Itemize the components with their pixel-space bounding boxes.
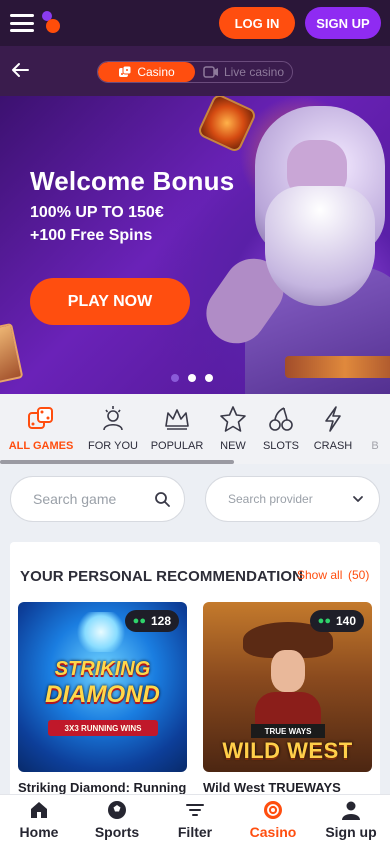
tab-more[interactable]: B (360, 394, 390, 464)
login-button[interactable]: LOG IN (219, 7, 295, 39)
nav-home[interactable]: Home (0, 795, 78, 844)
players-icon: ●● (317, 615, 331, 627)
game-name[interactable]: Wild West TRUEWAYS (203, 780, 341, 795)
more-icon (360, 404, 390, 434)
logo[interactable] (40, 11, 62, 35)
user-icon (342, 801, 360, 820)
tab-slots[interactable]: SLOTS (256, 394, 306, 464)
zeus-illustration (194, 106, 390, 394)
game-logo: WILD WEST (222, 738, 353, 763)
search-game-input[interactable]: Search game (10, 476, 185, 522)
nav-filter[interactable]: Filter (156, 795, 234, 844)
cowgirl-illustration (243, 622, 333, 732)
nav-sports[interactable]: Sports (78, 795, 156, 844)
nav-sports-label: Sports (94, 824, 140, 840)
tab-live-casino[interactable]: Live casino (195, 62, 292, 82)
game-logo-line2: DIAMOND (45, 681, 160, 708)
soccer-ball-icon (108, 801, 126, 819)
signup-button[interactable]: SIGN UP (305, 7, 381, 39)
chevron-down-icon (353, 496, 363, 502)
game-tile-wild-west[interactable]: ●● 140 TRUE WAYS WILD WEST (203, 602, 372, 772)
banner-line-1: 100% UP TO 150€ (30, 204, 164, 221)
tab-new[interactable]: NEW (210, 394, 256, 464)
menu-icon[interactable] (10, 14, 34, 32)
carousel-dots (171, 374, 213, 382)
casino-mode-toggle: Casino Live casino (97, 61, 293, 83)
recommendation-count: (50) (348, 568, 370, 582)
tab-popular-label: POPULAR (150, 440, 204, 452)
bottom-nav: Home Sports Filter Casino Sign up (0, 794, 390, 844)
carousel-dot[interactable] (205, 374, 213, 382)
players-icon: ●● (132, 615, 146, 627)
play-now-button[interactable]: PLAY NOW (30, 278, 190, 325)
tab-all-games[interactable]: ALL GAMES (0, 394, 82, 464)
recommendation-title: YOUR PERSONAL RECOMMENDATION (20, 568, 304, 585)
dice-icon (26, 404, 56, 434)
search-provider-placeholder: Search provider (228, 492, 313, 506)
search-icon[interactable] (154, 491, 170, 507)
show-all-link[interactable]: Show all (297, 568, 342, 582)
search-game-placeholder: Search game (33, 491, 117, 507)
nav-filter-label: Filter (177, 824, 213, 840)
lightning-icon (318, 404, 348, 434)
tab-casino[interactable]: Casino (98, 62, 195, 82)
dice-icon (119, 65, 132, 77)
players-badge: ●● 128 (124, 610, 179, 632)
live-casino-icon (203, 66, 218, 78)
promo-banner[interactable]: Welcome Bonus 100% UP TO 150€ +100 Free … (0, 96, 390, 394)
players-badge: ●● 140 (309, 610, 364, 632)
nav-casino[interactable]: Casino (234, 795, 312, 844)
tab-crash[interactable]: CRASH (306, 394, 360, 464)
sub-header: Casino Live casino (0, 46, 390, 96)
tab-slots-label: SLOTS (262, 440, 300, 452)
crown-icon (162, 404, 192, 434)
game-tagline: TRUE WAYS (251, 724, 325, 738)
banner-subtitle: 100% UP TO 150€ +100 Free Spins (30, 201, 164, 247)
carousel-dot[interactable] (171, 374, 179, 382)
players-count: 128 (150, 614, 171, 628)
game-name[interactable]: Striking Diamond: Running (18, 780, 186, 795)
home-icon (31, 802, 47, 818)
game-logo: STRIKING DIAMOND (32, 658, 173, 718)
nav-casino-label: Casino (249, 824, 297, 840)
game-tagline: 3X3 RUNNING WINS (48, 720, 158, 736)
top-bar: LOG IN SIGN UP (0, 0, 390, 46)
game-logo-line1: STRIKING (54, 658, 151, 680)
nav-sign-up[interactable]: Sign up (312, 795, 390, 844)
nav-sign-up-label: Sign up (325, 824, 377, 840)
search-provider-select[interactable]: Search provider (205, 476, 380, 522)
tab-all-games-label: ALL GAMES (8, 440, 74, 452)
filter-icon (186, 804, 204, 816)
nav-home-label: Home (19, 824, 59, 840)
star-person-icon (98, 404, 128, 434)
banner-title: Welcome Bonus (30, 166, 235, 196)
game-tile-striking-diamond[interactable]: ●● 128 STRIKING DIAMOND 3X3 RUNNING WINS (18, 602, 187, 772)
back-arrow-icon[interactable] (10, 60, 30, 80)
tab-live-casino-label: Live casino (223, 65, 285, 79)
tab-for-you[interactable]: FOR YOU (82, 394, 144, 464)
casino-chip-icon (264, 801, 282, 819)
tab-new-label: NEW (220, 440, 246, 452)
cherries-icon (266, 404, 296, 434)
tab-for-you-label: FOR YOU (88, 440, 138, 452)
players-count: 140 (335, 614, 356, 628)
tab-more-label: B (371, 440, 379, 452)
tab-casino-label: Casino (137, 65, 175, 79)
tab-crash-label: CRASH (313, 440, 353, 452)
shard-decoration (0, 322, 24, 386)
diamond-icon (76, 612, 126, 652)
tab-popular[interactable]: POPULAR (144, 394, 210, 464)
star-icon (218, 404, 248, 434)
category-scrollbar[interactable] (0, 460, 234, 464)
banner-line-2: +100 Free Spins (30, 227, 153, 244)
carousel-dot[interactable] (188, 374, 196, 382)
category-tabs: ALL GAMES FOR YOU POPULAR NEW SLOTS CRAS… (0, 394, 390, 464)
recommendation-section: YOUR PERSONAL RECOMMENDATION Show all (5… (10, 542, 380, 802)
